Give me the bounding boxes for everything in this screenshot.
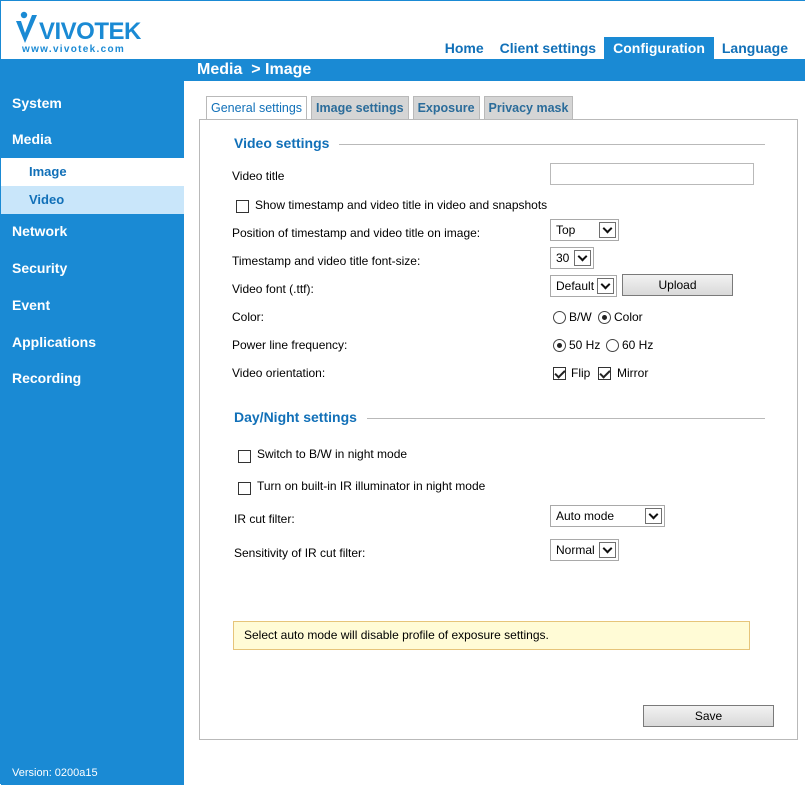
color-color-label: Color [614,310,643,324]
chevron-down-icon [645,508,662,524]
mirror-checkbox[interactable] [598,367,611,380]
flip-label: Flip [571,366,591,380]
top-navigation: Home Client settings Configuration Langu… [437,37,796,59]
day-night-heading: Day/Night settings [218,409,367,429]
orientation-label: Video orientation: [232,366,326,380]
ir-cut-label: IR cut filter: [234,512,295,526]
ir-illuminator-label: Turn on built-in IR illuminator in night… [257,479,486,493]
nav-configuration[interactable]: Configuration [604,37,714,59]
ir-cut-select-value: Auto mode [556,509,615,523]
sidebar-item-media[interactable]: Media [1,125,184,153]
svg-text:VIVOTEK: VIVOTEK [39,18,142,45]
tab-privacy-mask[interactable]: Privacy mask [483,96,574,120]
nav-home[interactable]: Home [437,37,492,59]
font-size-select-value: 30 [556,251,570,265]
svg-text:www.vivotek.com: www.vivotek.com [21,44,125,55]
color-color-radio[interactable] [598,311,611,324]
font-size-select[interactable]: 30 [550,247,594,269]
color-bw-label: B/W [569,310,592,324]
ir-cut-select[interactable]: Auto mode [550,505,665,527]
chevron-down-icon [574,250,591,266]
chevron-down-icon [597,278,614,294]
position-select[interactable]: Top [550,219,619,241]
position-select-value: Top [556,223,576,237]
sidebar-item-security[interactable]: Security [1,254,184,282]
sidebar-item-system[interactable]: System [1,89,184,117]
sensitivity-select[interactable]: Normal [550,539,619,561]
save-button[interactable]: Save [643,705,774,727]
sidebar-item-event[interactable]: Event [1,291,184,319]
video-title-label: Video title [232,169,285,183]
show-timestamp-checkbox[interactable] [236,200,249,213]
color-bw-radio[interactable] [553,311,566,324]
power-60hz-radio[interactable] [606,339,619,352]
sensitivity-label: Sensitivity of IR cut filter: [234,546,366,560]
tab-exposure[interactable]: Exposure [412,96,480,120]
chevron-down-icon [599,542,616,558]
show-timestamp-label: Show timestamp and video title in video … [255,198,548,212]
header: VIVOTEK www.vivotek.com Home Client sett… [1,1,805,59]
nav-client-settings[interactable]: Client settings [492,37,604,59]
flip-checkbox[interactable] [553,367,566,380]
sidebar-item-recording[interactable]: Recording [1,364,184,392]
sidebar-item-network[interactable]: Network [1,217,184,245]
sidebar-subitem-video[interactable]: Video [1,186,184,214]
video-settings-heading: Video settings [218,135,340,155]
mirror-label: Mirror [617,366,649,380]
bw-night-checkbox[interactable] [238,450,251,463]
notice-box: Select auto mode will disable profile of… [233,621,750,650]
tab-bar: General settings Image settings Exposure… [206,96,577,120]
video-font-select-value: Default [556,279,595,293]
power-50hz-label: 50 Hz [569,338,601,352]
page-frame: VIVOTEK www.vivotek.com Home Client sett… [0,0,805,785]
video-title-input[interactable] [550,163,754,185]
sidebar: System Media Image Video Network Securit… [1,81,184,785]
upload-button[interactable]: Upload [622,274,733,296]
sensitivity-select-value: Normal [556,543,595,557]
nav-language[interactable]: Language [714,37,796,59]
vivotek-logo: VIVOTEK www.vivotek.com [16,11,143,55]
page-title: Media > Image [197,61,312,78]
sidebar-subitem-image[interactable]: Image [1,158,184,186]
version-text: Version: 0200a15 [12,767,98,779]
position-label: Position of timestamp and video title on… [232,226,481,240]
settings-panel: Video settings Video title Show timestam… [199,119,798,740]
font-size-label: Timestamp and video title font-size: [232,254,421,268]
power-60hz-label: 60 Hz [622,338,654,352]
tab-general-settings[interactable]: General settings [206,96,308,120]
main-content: General settings Image settings Exposure… [184,81,805,785]
color-label: Color: [232,310,265,324]
power-line-label: Power line frequency: [232,338,348,352]
video-font-label: Video font (.ttf): [232,282,314,296]
power-50hz-radio[interactable] [553,339,566,352]
title-bar: Media > Image [1,59,805,81]
sidebar-item-applications[interactable]: Applications [1,328,184,356]
tab-image-settings[interactable]: Image settings [311,96,409,120]
ir-illuminator-checkbox[interactable] [238,482,251,495]
chevron-down-icon [599,222,616,238]
video-font-select[interactable]: Default [550,275,617,297]
bw-night-label: Switch to B/W in night mode [257,447,408,461]
